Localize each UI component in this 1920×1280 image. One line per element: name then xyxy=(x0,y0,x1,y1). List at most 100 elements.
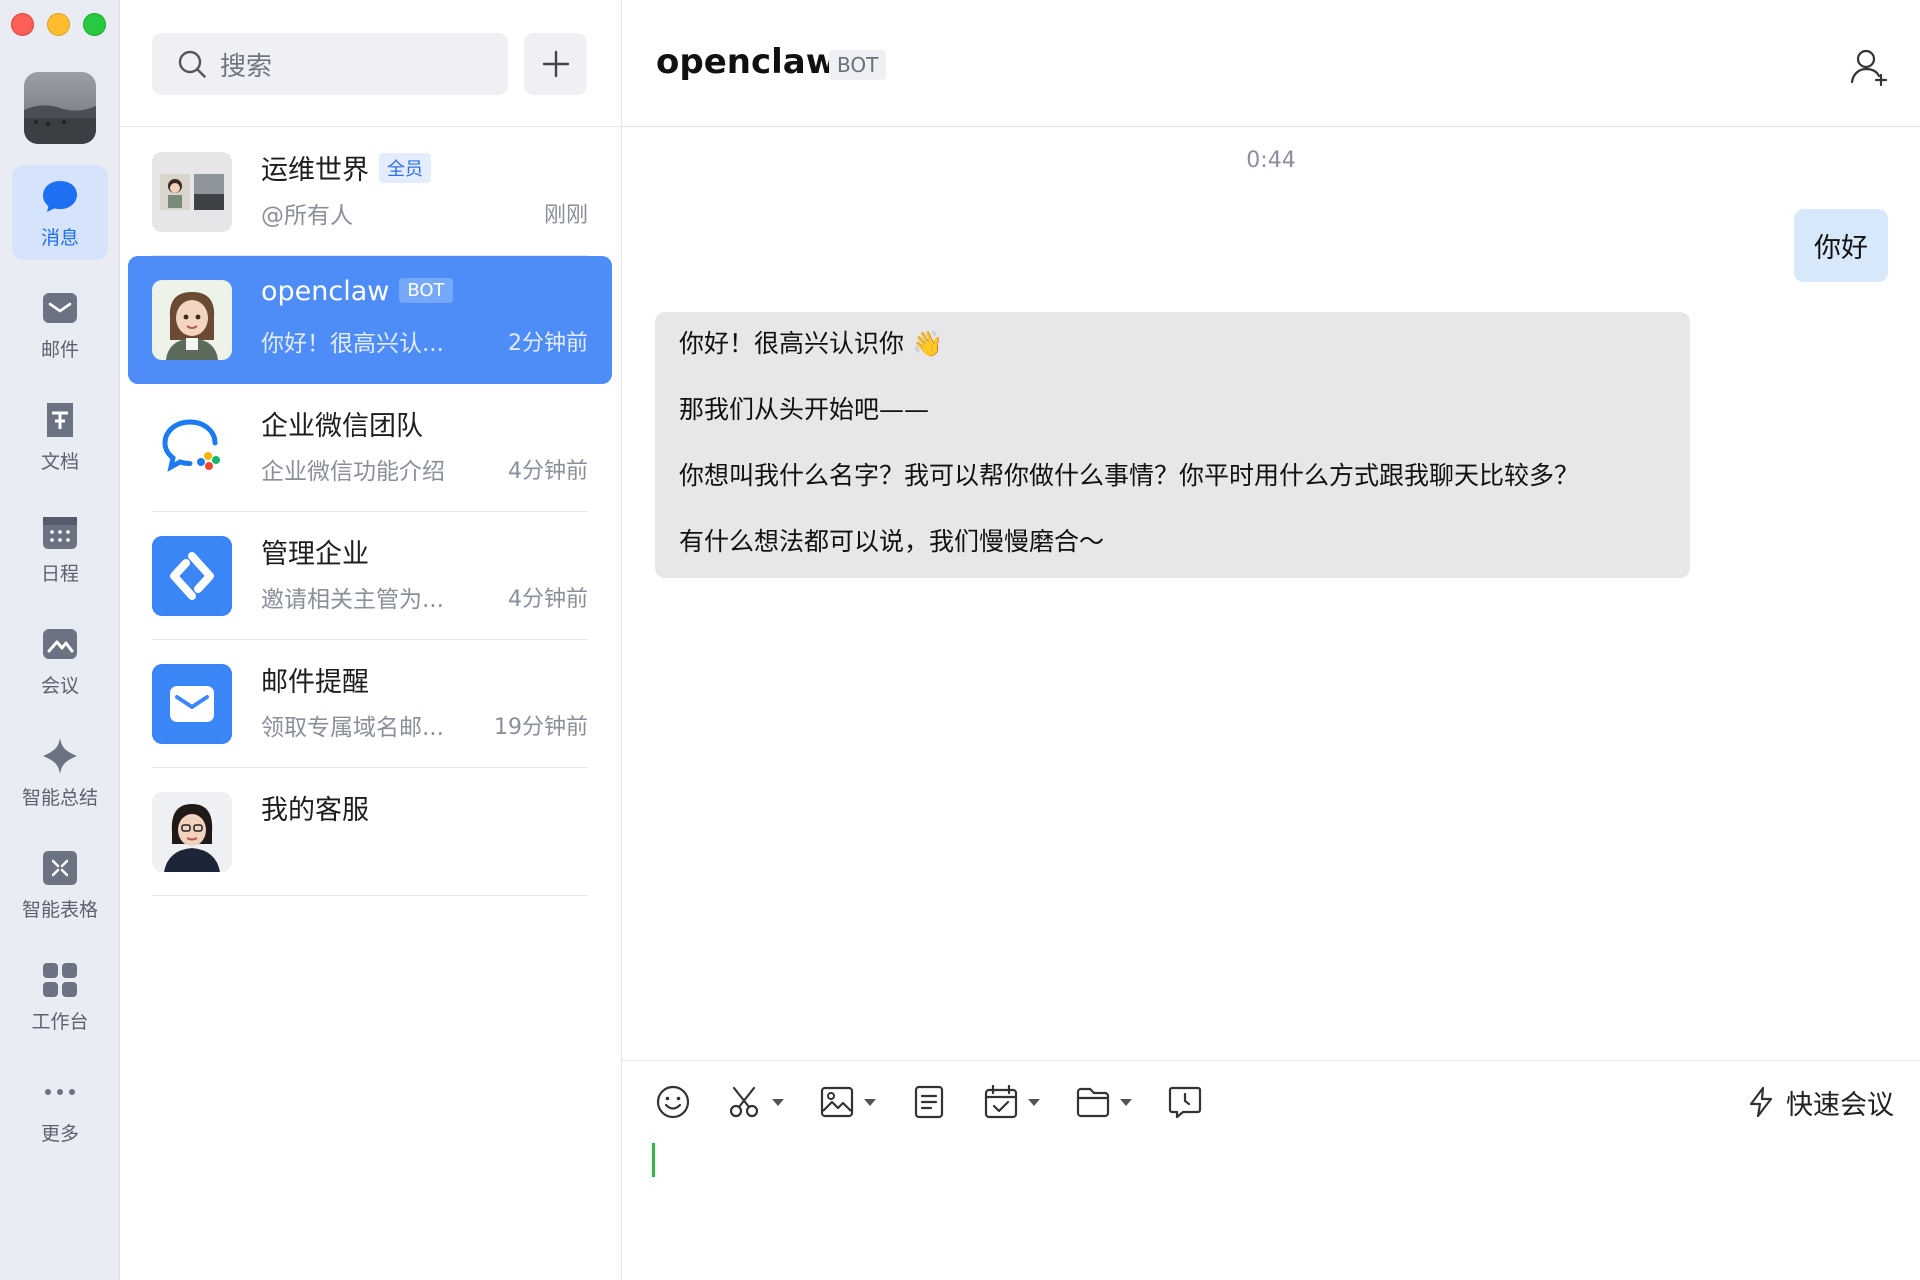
conversation-name: 管理企业 xyxy=(261,532,369,571)
conversation-title: 运维世界 xyxy=(261,155,369,186)
bot-tag: BOT xyxy=(399,278,453,303)
conversation-time: 2分钟前 xyxy=(508,331,588,356)
nav-workbench[interactable]: 工作台 xyxy=(12,949,108,1044)
nav-meeting[interactable]: 会议 xyxy=(12,613,108,708)
conversation-item[interactable]: 运维世界 全员 @所有人 刚刚 xyxy=(128,128,612,256)
outgoing-message[interactable]: 你好 xyxy=(1794,209,1888,282)
emoji-button[interactable] xyxy=(654,1080,692,1124)
text-cursor[interactable] xyxy=(652,1143,655,1177)
nav-docs[interactable]: 文档 xyxy=(12,389,108,484)
image-button[interactable] xyxy=(818,1080,876,1124)
meeting-icon xyxy=(43,629,77,659)
conversation-name: 运维世界 全员 xyxy=(261,148,431,187)
history-button[interactable] xyxy=(1166,1080,1204,1124)
conversation-time: 4分钟前 xyxy=(508,587,588,612)
folder-icon xyxy=(1076,1087,1110,1118)
conversation-preview: 你好！很高兴认... xyxy=(261,331,444,357)
schedule-button[interactable] xyxy=(982,1080,1040,1124)
add-member-icon[interactable] xyxy=(1848,46,1890,88)
conversation-time: 4分钟前 xyxy=(508,459,588,484)
minimize-window-button[interactable] xyxy=(47,13,70,36)
conversation-title: 管理企业 xyxy=(261,539,369,570)
document-icon xyxy=(47,403,73,437)
quick-meeting-label: 快速会议 xyxy=(1786,1089,1894,1121)
doc-button[interactable] xyxy=(910,1080,948,1124)
bot-tag: BOT xyxy=(829,50,887,80)
message-line: 那我们从头开始吧—— xyxy=(679,395,930,424)
file-button[interactable] xyxy=(1074,1080,1132,1124)
add-button[interactable] xyxy=(524,33,587,95)
more-icon xyxy=(45,1089,75,1095)
smart-sheet-icon xyxy=(43,851,77,885)
conversation-item[interactable]: 企业微信团队 企业微信功能介绍 4分钟前 xyxy=(128,384,612,512)
conversation-list-pane: 搜索 运维世界 全员 @所有人 刚刚 openclaw BOT 你好！很高兴认.… xyxy=(120,0,622,1280)
bot-avatar xyxy=(152,280,232,360)
calendar-icon xyxy=(43,517,77,549)
group-avatar xyxy=(152,152,232,232)
nav-more[interactable]: 更多 xyxy=(12,1061,108,1156)
conversation-name: 邮件提醒 xyxy=(261,660,369,699)
message-timestamp: 0:44 xyxy=(1246,148,1296,173)
conversation-preview: @所有人 xyxy=(261,203,353,229)
chevron-down-icon xyxy=(772,1098,784,1106)
search-icon xyxy=(178,50,206,78)
conversation-name: 我的客服 xyxy=(261,788,369,827)
conversation-title: 我的客服 xyxy=(261,795,369,826)
plus-icon xyxy=(542,50,569,78)
conversation-item[interactable]: 邮件提醒 领取专属域名邮... 19分钟前 xyxy=(128,640,612,768)
search-placeholder: 搜索 xyxy=(220,51,273,82)
calendar-check-icon xyxy=(984,1084,1018,1119)
composer-divider xyxy=(622,1060,1920,1061)
scissors-icon xyxy=(729,1086,759,1118)
my-avatar[interactable] xyxy=(24,72,96,144)
divider xyxy=(120,126,621,127)
nav-calendar[interactable]: 日程 xyxy=(12,501,108,596)
conversation-time: 19分钟前 xyxy=(494,715,588,740)
conversation-title: openclaw xyxy=(261,276,390,307)
conversation-time: 刚刚 xyxy=(543,203,588,228)
search-box[interactable]: 搜索 xyxy=(152,33,508,95)
chat-bubble-icon xyxy=(43,181,77,212)
nav-smart-sheet[interactable]: 智能表格 xyxy=(12,837,108,932)
grid-icon xyxy=(43,963,77,997)
chevron-down-icon xyxy=(1028,1098,1040,1106)
conversation-item[interactable]: 管理企业 邀请相关主管为... 4分钟前 xyxy=(128,512,612,640)
nav-label: 日程 xyxy=(40,563,79,585)
conversation-preview: 邀请相关主管为... xyxy=(261,587,444,613)
nav-messages[interactable]: 消息 xyxy=(12,165,108,260)
lightning-icon xyxy=(1749,1086,1773,1118)
nav-smart-summary[interactable]: 智能总结 xyxy=(12,725,108,820)
message-line: 有什么想法都可以说，我们慢慢磨合～ xyxy=(679,527,1105,556)
conversation-item-selected[interactable]: openclaw BOT 你好！很高兴认... 2分钟前 xyxy=(128,256,612,384)
conversation-name: 企业微信团队 xyxy=(261,404,423,443)
close-window-button[interactable] xyxy=(11,13,34,36)
nav-mail[interactable]: 邮件 xyxy=(12,277,108,372)
chat-title: openclaw xyxy=(656,42,838,82)
conversation-title: 企业微信团队 xyxy=(261,411,423,442)
nav-label: 会议 xyxy=(40,675,79,697)
nav-label: 工作台 xyxy=(31,1011,89,1033)
conversation-item[interactable]: 我的客服 xyxy=(128,768,612,896)
divider xyxy=(152,895,588,896)
all-members-tag: 全员 xyxy=(379,153,431,183)
screenshot-button[interactable] xyxy=(726,1080,784,1124)
message-line: 你好！很高兴认识你 👋 xyxy=(679,329,944,358)
chat-header: openclaw BOT xyxy=(622,0,1920,127)
incoming-message[interactable]: 你好！很高兴认识你 👋 那我们从头开始吧—— 你想叫我什么名字？我可以帮你做什么… xyxy=(655,312,1690,578)
nav-label: 智能总结 xyxy=(21,787,98,809)
wecom-team-avatar xyxy=(152,408,232,488)
message-line: 你想叫我什么名字？我可以帮你做什么事情？你平时用什么方式跟我聊天比较多？ xyxy=(679,461,1580,490)
quick-meeting-button[interactable]: 快速会议 xyxy=(1744,1080,1894,1124)
customer-service-avatar xyxy=(152,792,232,872)
conversation-preview: 企业微信功能介绍 xyxy=(261,459,445,485)
manage-enterprise-avatar xyxy=(152,536,232,616)
nav-label: 消息 xyxy=(40,227,79,249)
conversation-preview: 领取专属域名邮... xyxy=(261,715,444,741)
sparkle-icon xyxy=(43,738,77,774)
zoom-window-button[interactable] xyxy=(83,13,106,36)
image-icon xyxy=(820,1086,854,1118)
conversation-title: 邮件提醒 xyxy=(261,667,369,698)
conversation-name: openclaw BOT xyxy=(261,276,453,307)
chevron-down-icon xyxy=(864,1098,876,1106)
nav-label: 文档 xyxy=(40,451,79,473)
